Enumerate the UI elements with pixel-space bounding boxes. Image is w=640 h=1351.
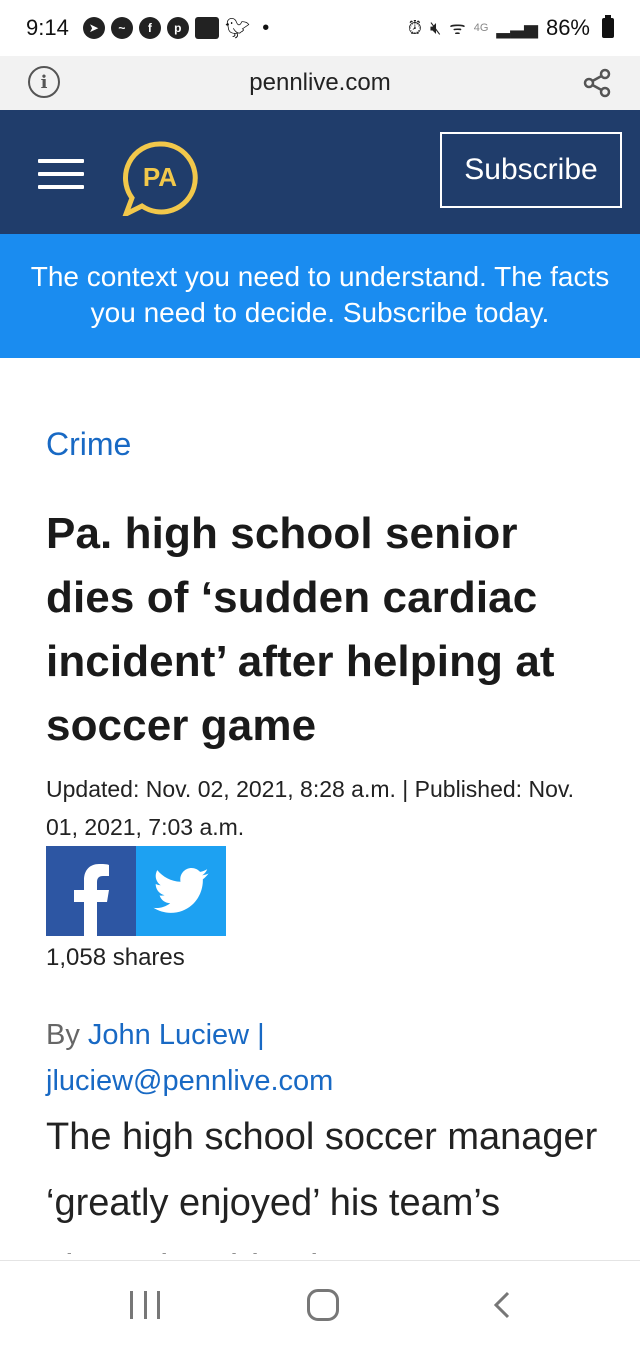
facebook-notif-icon: f <box>138 17 161 39</box>
site-header: PA Subscribe <box>0 110 640 234</box>
pa-logo-text: PA <box>143 162 177 192</box>
pinterest-icon: p <box>166 17 189 39</box>
byline: By John Luciew | jluciew@pennlive.com <box>46 1012 606 1104</box>
messenger-icon: ~ <box>110 17 133 39</box>
browser-url-bar[interactable]: i pennlive.com <box>0 56 640 110</box>
social-share-buttons <box>46 846 226 936</box>
home-icon[interactable] <box>307 1289 339 1321</box>
author-link[interactable]: John Luciew | <box>88 1019 265 1051</box>
back-icon[interactable] <box>490 1291 514 1319</box>
status-bar: 9:14 ➤ ~ f p 🐦︎ • ⏰︎ 🔇︎ ᯤ 4G ▂▃▅ 86% <box>0 0 640 56</box>
signal-icon: ▂▃▅ <box>496 17 538 38</box>
recent-apps-icon[interactable] <box>130 1291 160 1319</box>
article-body: The high school soccer manager ‘greatly … <box>46 1116 598 1254</box>
network-type: 4G <box>473 22 489 34</box>
system-status: ⏰︎ 🔇︎ ᯤ 4G ▂▃▅ 86% <box>408 15 614 41</box>
site-info-icon[interactable]: i <box>28 66 60 98</box>
article-headline: Pa. high school senior dies of ‘sudden c… <box>46 509 555 750</box>
status-time: 9:14 <box>26 15 69 40</box>
facebook-share-button[interactable] <box>46 846 136 936</box>
byline-prefix: By <box>46 1019 80 1051</box>
more-notifications-icon: • <box>262 16 270 39</box>
url-text[interactable]: pennlive.com <box>0 69 640 97</box>
wifi-icon: ᯤ <box>449 18 466 38</box>
android-nav-bar <box>0 1260 640 1351</box>
news-app-icon <box>194 17 219 39</box>
battery-percent: 86% <box>545 15 590 40</box>
article-dateline: Updated: Nov. 02, 2021, 8:28 a.m. | Publ… <box>46 776 575 840</box>
twitter-notif-icon: 🐦︎ <box>224 17 251 40</box>
subscribe-button[interactable]: Subscribe <box>440 132 622 208</box>
twitter-icon <box>153 868 209 913</box>
share-count: 1,058 shares <box>46 944 185 971</box>
telegram-icon: ➤ <box>82 17 105 39</box>
pa-logo[interactable]: PA <box>120 140 200 216</box>
section-link[interactable]: Crime <box>46 426 131 463</box>
notification-icons: ➤ ~ f p 🐦︎ • <box>82 16 270 41</box>
share-icon[interactable] <box>582 68 612 98</box>
menu-icon[interactable] <box>38 159 84 189</box>
battery-icon <box>602 15 614 38</box>
facebook-icon <box>74 864 109 936</box>
author-email-link[interactable]: jluciew@pennlive.com <box>46 1065 333 1097</box>
alarm-icon: ⏰︎ <box>407 17 422 38</box>
mute-icon: 🔇︎ <box>429 17 442 38</box>
subscribe-promo-banner[interactable]: The context you need to understand. The … <box>0 234 640 358</box>
twitter-share-button[interactable] <box>136 846 226 936</box>
